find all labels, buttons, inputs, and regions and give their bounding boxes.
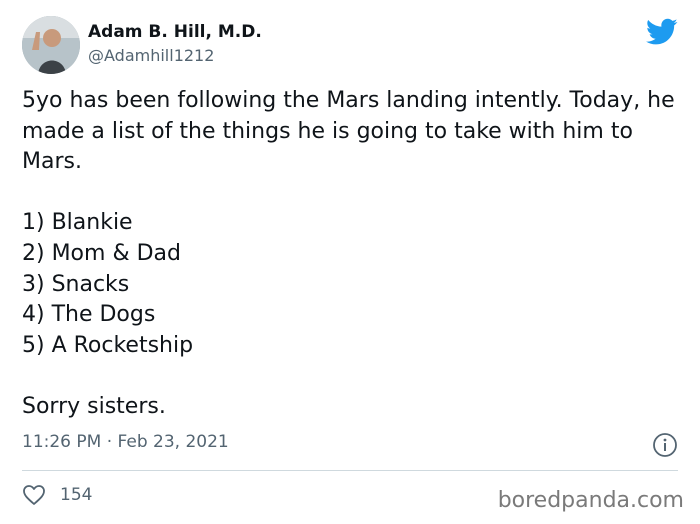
tweet-paragraph — [22, 361, 687, 392]
tweet-paragraph: Sorry sisters. — [22, 393, 166, 419]
author-block: Adam B. Hill, M.D. @Adamhill1212 — [88, 20, 262, 67]
list-item: 5) A Rocketship — [22, 332, 194, 358]
heart-icon — [22, 484, 46, 506]
divider — [22, 470, 678, 471]
twitter-bird-icon[interactable] — [646, 18, 678, 46]
tweet-text: 5yo has been following the Mars landing … — [22, 86, 687, 423]
avatar-photo — [22, 16, 80, 74]
list-item: 1) Blankie — [22, 210, 133, 236]
info-icon[interactable] — [652, 432, 678, 458]
watermark: boredpanda.com — [497, 488, 684, 513]
avatar[interactable] — [22, 16, 80, 74]
list-item: 3) Snacks — [22, 271, 130, 297]
like-button[interactable]: 154 — [22, 484, 92, 506]
list-item: 4) The Dogs — [22, 302, 156, 328]
tweet-timestamp[interactable]: 11:26 PM · Feb 23, 2021 — [22, 430, 229, 454]
list-item: 2) Mom & Dad — [22, 240, 181, 266]
author-name[interactable]: Adam B. Hill, M.D. — [88, 20, 262, 44]
like-count: 154 — [60, 485, 93, 505]
author-handle[interactable]: @Adamhill1212 — [88, 45, 262, 67]
tweet-paragraph: 5yo has been following the Mars landing … — [22, 88, 682, 175]
tweet-paragraph — [22, 178, 687, 209]
